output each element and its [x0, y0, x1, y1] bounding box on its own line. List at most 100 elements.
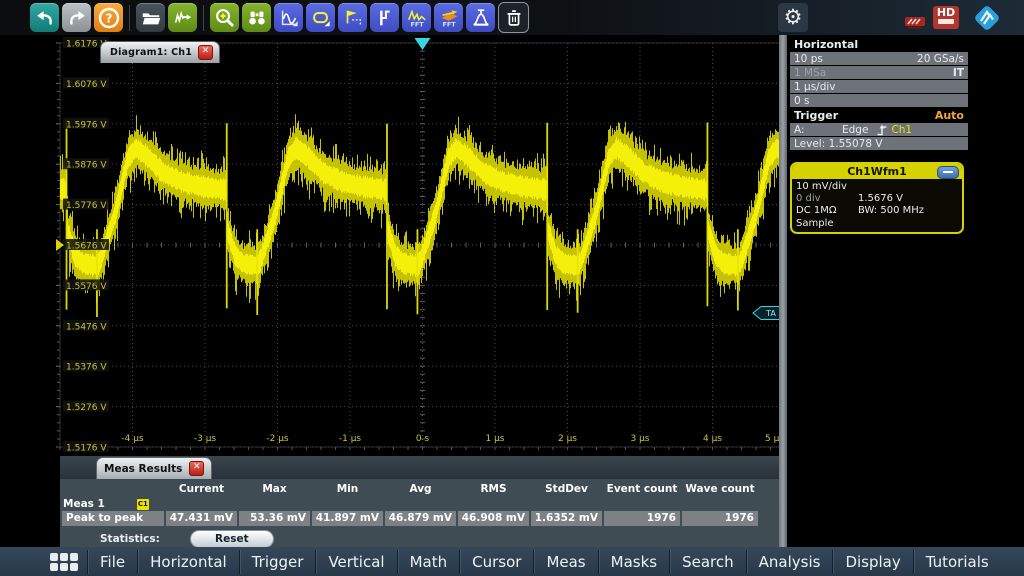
redo-button[interactable] — [62, 3, 91, 32]
delete-button[interactable] — [498, 2, 529, 33]
trigger-row-level: Level: 1.55078 V — [790, 137, 968, 150]
channel1-row-scale: 10 mV/div — [792, 179, 962, 193]
channel1-bandwidth-value: BW: 500 MHz — [858, 205, 924, 217]
help-button[interactable]: ? — [94, 3, 123, 32]
help-icon: ? — [97, 6, 121, 30]
svg-text:-4 μs: -4 μs — [121, 434, 144, 444]
trigger-type-value: Edge — [842, 124, 868, 136]
meas-body: Current Max Min Avg RMS StdDev Event cou… — [60, 479, 779, 548]
trigger-title: Trigger — [794, 109, 838, 122]
fft-icon: FFT — [406, 7, 428, 29]
meas-current-cell: 47.431 mV — [166, 511, 237, 526]
fft-button[interactable]: FFT — [402, 3, 431, 32]
menu-item-tutorials[interactable]: Tutorials — [913, 550, 1001, 574]
panel-splitter[interactable] — [779, 35, 787, 547]
channel1-header: Ch1Wfm1 — [792, 164, 962, 179]
svg-text:1.6076 V: 1.6076 V — [66, 80, 107, 90]
menu-item-horizontal[interactable]: Horizontal — [137, 550, 239, 574]
meas-header-stddev: StdDev — [531, 483, 602, 495]
horizontal-trigger-infobox[interactable]: Horizontal 10 ps 20 GSa/s 1 MSa IT 1 μs/… — [790, 37, 968, 150]
horizontal-title: Horizontal — [794, 38, 858, 51]
waveform-edit-button[interactable] — [274, 3, 303, 32]
channel1-title: Ch1Wfm1 — [847, 165, 907, 178]
histogram-button[interactable] — [466, 3, 495, 32]
menu-item-vertical[interactable]: Vertical — [315, 550, 396, 574]
meas-results-tab[interactable]: Meas Results ✕ — [96, 457, 212, 479]
channel1-offset-value: 1.5676 V — [858, 193, 903, 205]
svg-text:TA: TA — [765, 309, 776, 318]
meas-tab-label: Meas Results — [104, 463, 182, 475]
search-button[interactable] — [242, 3, 271, 32]
svg-text:1.5776 V: 1.5776 V — [66, 201, 107, 211]
apps-grid-button[interactable] — [50, 553, 78, 571]
meas-rms-cell: 46.908 mV — [458, 511, 529, 526]
zone-trigger-button[interactable] — [338, 3, 367, 32]
deskew-icon — [374, 7, 396, 29]
meas-header-eventcount: Event count — [604, 483, 680, 495]
bottom-menu-bar: File Horizontal Trigger Vertical Math Cu… — [0, 547, 1024, 576]
top-toolbar: ? — [0, 0, 1024, 35]
meas-stddev-cell: 1.6352 mV — [531, 511, 602, 526]
menu-item-math[interactable]: Math — [397, 550, 460, 574]
horizontal-row-scale: 1 μs/div — [790, 80, 968, 93]
menu-item-analysis[interactable]: Analysis — [746, 550, 833, 574]
zoom-button[interactable] — [210, 3, 239, 32]
hd-label: HD — [933, 6, 959, 19]
meas-group-row: Meas 1 C1 — [60, 497, 779, 511]
spectrogram-button[interactable]: FFT — [434, 3, 463, 32]
meas-header-rms: RMS — [458, 483, 529, 495]
minimize-button[interactable] — [937, 166, 959, 179]
trigger-header: Trigger Auto — [790, 108, 968, 122]
meas-eventcount-cell: 1976 — [604, 511, 680, 526]
reset-statistics-button[interactable]: Reset — [190, 530, 274, 548]
meas-values-row: Peak to peak 47.431 mV 53.36 mV 41.897 m… — [62, 511, 779, 526]
menu-item-search[interactable]: Search — [669, 550, 746, 574]
diagram-tab-close-icon[interactable]: ✕ — [198, 45, 213, 60]
toolbar-separator — [129, 5, 130, 31]
svg-text:1 μs: 1 μs — [485, 434, 504, 444]
redo-icon — [66, 7, 88, 29]
menu-item-display[interactable]: Display — [832, 550, 912, 574]
channel1-signal-box[interactable]: Ch1Wfm1 10 mV/div 0 div 1.5676 V DC 1MΩ … — [790, 162, 964, 234]
svg-text:1.5276 V: 1.5276 V — [66, 403, 107, 413]
diagram-tab-label: Diagram1: Ch1 — [110, 47, 192, 58]
channel1-decimation-value: Sample — [796, 218, 834, 230]
trigger-row-source: A: Edge Ch1 — [790, 123, 968, 136]
zoom-icon — [213, 6, 236, 29]
meas-header-max: Max — [239, 483, 310, 495]
svg-text:1.5376 V: 1.5376 V — [66, 363, 107, 373]
deskew-button[interactable] — [370, 3, 399, 32]
menu-item-trigger[interactable]: Trigger — [239, 550, 316, 574]
timebase-scale-value: 1 μs/div — [794, 81, 836, 93]
svg-text:FFT: FFT — [442, 20, 456, 28]
meas-tabstrip: Meas Results ✕ — [60, 456, 779, 479]
mask-test-button[interactable] — [306, 3, 335, 32]
statistics-label: Statistics: — [100, 533, 160, 545]
menu-item-meas[interactable]: Meas — [533, 550, 597, 574]
svg-text:-1 μs: -1 μs — [339, 434, 362, 444]
settings-button[interactable]: ⚙ — [778, 3, 808, 32]
annotate-icon — [172, 7, 194, 29]
svg-text:4 μs: 4 μs — [703, 434, 722, 444]
open-folder-icon — [140, 7, 162, 29]
meas-header-current: Current — [166, 483, 237, 495]
menu-item-cursor[interactable]: Cursor — [459, 550, 533, 574]
trash-icon — [503, 7, 525, 29]
toolbar-separator — [203, 5, 204, 31]
minimize-icon — [943, 171, 953, 173]
waveform-diagram: 1.6176 V1.6076 V1.5976 V1.5876 V1.5776 V… — [56, 37, 789, 455]
meas-statistics-row: Statistics: Reset — [60, 530, 779, 548]
meas-wavecount-cell: 1976 — [682, 511, 758, 526]
svg-text:1.5476 V: 1.5476 V — [66, 322, 107, 332]
menu-item-masks[interactable]: Masks — [598, 550, 669, 574]
rs-diamond-icon — [972, 4, 1002, 32]
horizontal-row-resolution: 10 ps 20 GSa/s — [790, 52, 968, 65]
hd-mode-badge[interactable]: HD — [933, 6, 959, 29]
annotate-button[interactable] — [168, 3, 197, 32]
channel1-row-position: 0 div 1.5676 V — [792, 193, 962, 205]
open-file-button[interactable] — [136, 3, 165, 32]
meas-tab-close-icon[interactable]: ✕ — [189, 461, 204, 476]
menu-item-file[interactable]: File — [87, 550, 137, 574]
undo-button[interactable] — [30, 3, 59, 32]
diagram-tab[interactable]: Diagram1: Ch1 ✕ — [100, 41, 220, 63]
